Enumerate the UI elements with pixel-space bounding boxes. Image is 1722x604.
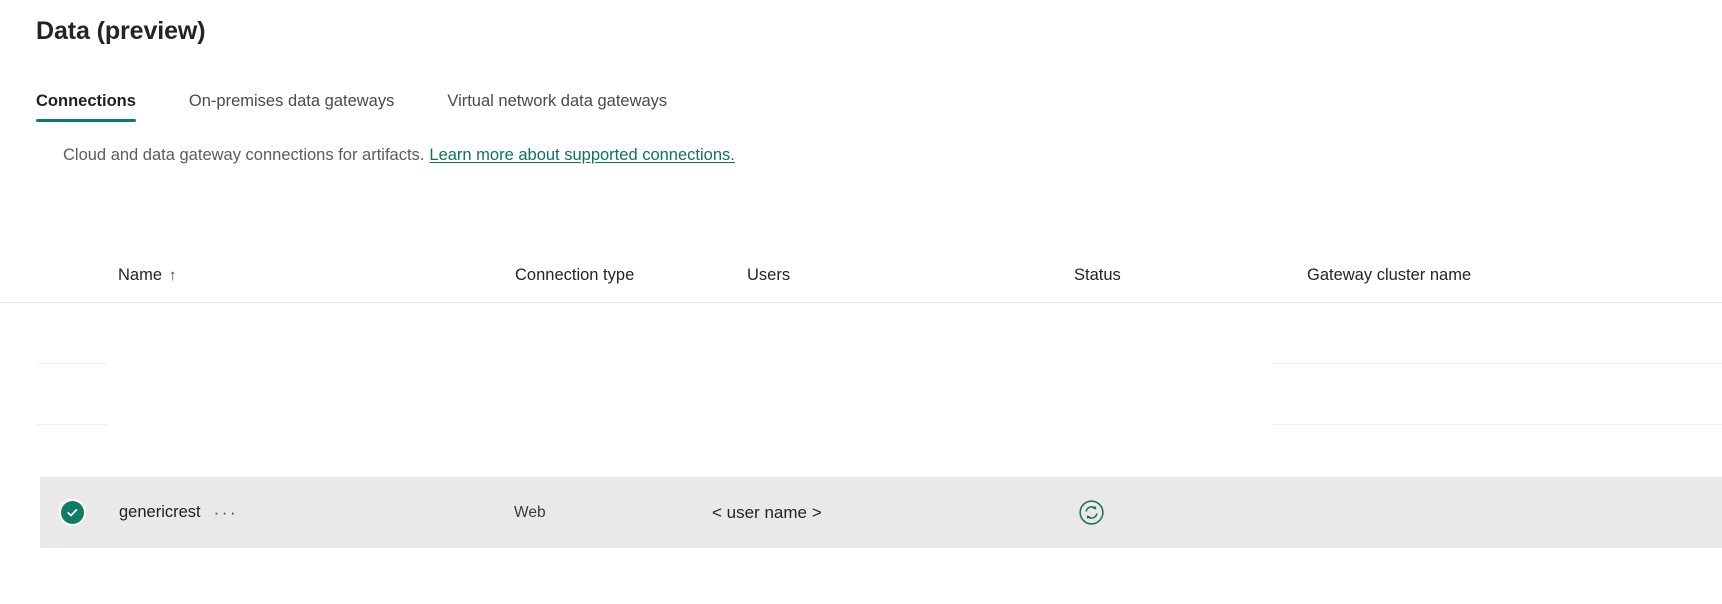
row-connection-type-cell: Web (514, 477, 546, 548)
connections-table: Name ↑ Connection type Users Status Gatew… (0, 250, 1722, 548)
column-header-name[interactable]: Name ↑ (118, 264, 177, 287)
row-status-cell (1078, 477, 1105, 548)
column-header-connection-type[interactable]: Connection type (515, 264, 634, 286)
tab-strip: Connections On-premises data gateways Vi… (36, 84, 667, 122)
table-row-spacer (0, 425, 1722, 477)
table-row[interactable]: genericrest ··· Web < user name > (40, 477, 1722, 548)
column-header-status[interactable]: Status (1074, 264, 1121, 286)
table-row-placeholder (0, 364, 1722, 425)
sync-circle-icon[interactable] (1078, 499, 1105, 526)
row-status-badge-cell (59, 477, 86, 548)
row-divider-left-segment (36, 424, 107, 425)
table-header-row: Name ↑ Connection type Users Status Gatew… (0, 250, 1722, 303)
more-options-button[interactable]: ··· (214, 508, 238, 518)
tab-on-premises-data-gateways[interactable]: On-premises data gateways (189, 91, 394, 122)
description-line: Cloud and data gateway connections for a… (63, 144, 735, 166)
description-text: Cloud and data gateway connections for a… (63, 146, 424, 164)
check-circle-icon[interactable] (59, 499, 86, 526)
page-title: Data (preview) (36, 14, 206, 48)
learn-more-link[interactable]: Learn more about supported connections. (429, 146, 734, 164)
tab-connections[interactable]: Connections (36, 91, 136, 122)
column-header-name-label: Name (118, 266, 162, 284)
sort-ascending-icon: ↑ (169, 265, 177, 287)
row-divider-right-segment (1272, 424, 1722, 425)
column-header-gateway-cluster-name[interactable]: Gateway cluster name (1307, 264, 1471, 286)
connection-name[interactable]: genericrest (119, 503, 201, 522)
tab-virtual-network-data-gateways[interactable]: Virtual network data gateways (447, 91, 667, 122)
row-name-cell: genericrest ··· (119, 477, 238, 548)
row-users-cell: < user name > (712, 477, 822, 548)
column-header-users[interactable]: Users (747, 264, 790, 286)
table-row-placeholder (0, 303, 1722, 364)
